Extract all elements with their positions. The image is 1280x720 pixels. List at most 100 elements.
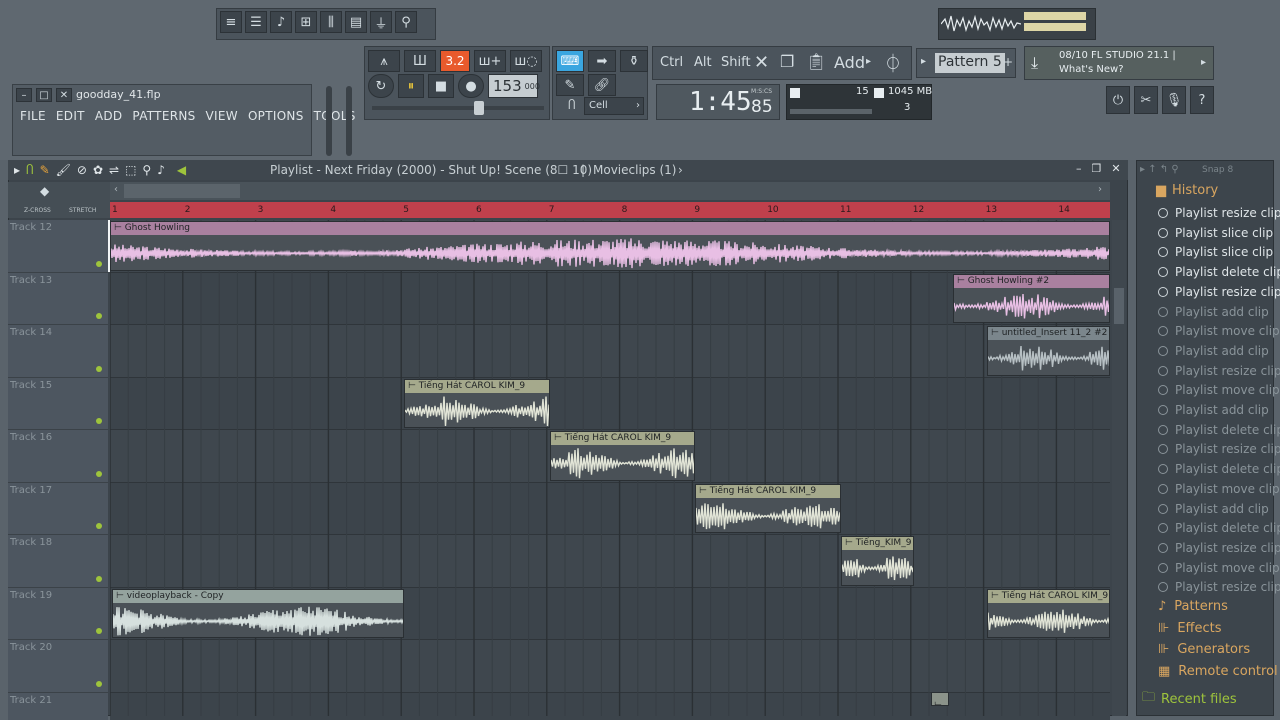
clip-title[interactable]: ⊢ Tiếng Hát CAROL KIM_9 [551,432,694,445]
history-item[interactable]: Playlist resize clip [1158,206,1280,220]
clip-title[interactable]: ⊢ videoplayback - Copy [113,589,403,603]
history-item[interactable]: Playlist add clip [1158,305,1269,319]
track-header[interactable]: Track 12 [8,220,108,273]
mixer-icon[interactable]: ⫼ [320,11,342,33]
clip-title[interactable]: ⊢ Ghost Howling [111,222,1109,235]
arrow-right-icon[interactable]: ➡ [588,50,616,72]
clip-menu-icon[interactable]: ⊢ [114,223,125,233]
history-item[interactable]: Playlist move clip [1158,482,1280,496]
history-item[interactable]: Playlist slice clip [1158,226,1273,240]
history-item[interactable]: Playlist resize clip [1158,364,1280,378]
file-icon[interactable]: ▤ [345,11,367,33]
track-header[interactable]: Track 15 [8,377,108,430]
clip-menu-icon[interactable]: ⊢ [957,276,968,286]
history-item[interactable]: Playlist delete clip [1158,462,1280,476]
audio-clip[interactable]: ⊢ Tiếng_KIM_9 [841,536,914,586]
stop-button[interactable]: ■ [428,74,454,98]
scroll-right-icon[interactable]: › [1098,184,1102,195]
microphone-icon[interactable]: 🎙︎ [1162,86,1186,114]
audio-clip[interactable]: ⊢ Tiếng Hát CAROL KIM_9 [550,431,695,481]
loop-record-icon[interactable]: ш◌ [510,50,542,72]
track-header[interactable]: Track 18 [8,535,108,588]
news-panel[interactable]: ⤓ 08/10 FL STUDIO 21.1 | What's New? ▸ [1024,46,1214,80]
track-mute-led[interactable] [96,260,102,267]
tools-icon[interactable]: ✂ [1134,86,1158,114]
channel-rack-icon[interactable]: ☰ [245,11,267,33]
clip-title[interactable]: ⊢ untitled_Insert 11_2 #2 [988,327,1109,340]
clip-title[interactable]: ⊢ Tiếng Hát CAROL KIM_9 [405,379,549,393]
audio-clip[interactable]: ⊢ videoplayback - Copy [112,588,404,638]
browser-snap[interactable]: Snap 8 [1202,165,1233,175]
browser-item-remote[interactable]: ▦ Remote control [1158,664,1278,679]
history-item[interactable]: Playlist resize clip [1158,442,1280,456]
track-mute-led[interactable] [96,523,102,529]
playlist-close-icon[interactable]: ✕ [1111,162,1120,175]
pattern-prev-icon[interactable]: ▸ [921,56,926,67]
track-header[interactable]: Track 17 [8,482,108,535]
step-edit-icon[interactable]: ш+ [474,50,506,72]
maximize-icon[interactable]: □ [36,88,52,102]
history-item[interactable]: Playlist move clip [1158,324,1280,338]
clip-stub[interactable]: ⊢ [931,692,949,706]
audio-clip[interactable]: ⊢ Tiếng Hát CAROL KIM_9 [404,378,550,428]
clip-menu-icon[interactable]: ⊢ [554,433,565,443]
close-icon[interactable]: ✕ [56,88,72,102]
pattern-song-toggle[interactable]: 3.2 [440,50,470,72]
master-volume-slider[interactable] [326,86,332,156]
menu-patterns[interactable]: PATTERNS [132,109,195,123]
snap-select[interactable]: Cell › [584,97,644,115]
plugin-icon[interactable]: ⏚ [370,11,392,33]
audio-clip[interactable]: ⊢ untitled_Insert 11_2 #2 [987,326,1110,376]
xcross-label[interactable]: Z-CROSS [24,207,51,214]
pattern-picker-icon[interactable]: ⏀ [884,50,902,76]
stamp-icon[interactable]: ⚱ [620,50,648,72]
mute-tool-icon[interactable]: ✿ [93,163,103,177]
track-mute-led[interactable] [96,470,102,477]
history-item[interactable]: Playlist add clip [1158,502,1269,516]
track-mute-led[interactable] [96,680,102,687]
alt-key[interactable]: Alt [694,55,712,70]
paste-icon[interactable]: 📋︎ [806,52,826,71]
history-item[interactable]: Playlist add clip [1158,403,1269,417]
menu-add[interactable]: ADD [95,109,123,123]
track-header[interactable]: Track 20 [8,640,108,693]
clip-title[interactable]: ⊢ Ghost Howling #2 [954,274,1109,288]
help-icon[interactable]: ? [1190,86,1214,114]
pattern-add-icon[interactable]: + [1003,55,1013,69]
scroll-left-icon[interactable]: ‹ [114,184,118,195]
clip-title[interactable]: ⊢ Tiếng Hát CAROL KIM_9 [696,484,840,498]
browser-item-recent[interactable]: 🗀 Recent files [1142,688,1237,710]
playlist-maximize-icon[interactable]: ❐ [1092,162,1102,175]
clip-menu-icon[interactable]: ⊢ [699,486,710,496]
pattern-selector[interactable]: ▸ Pattern 5 + [916,48,1016,78]
tempo-display[interactable]: 153 000 [488,74,540,98]
time-display[interactable]: 1:45 M:S:CS 85 [656,84,780,120]
history-item[interactable]: Playlist delete clip [1158,265,1280,279]
track-header[interactable]: Track 19 [8,587,108,640]
history-item[interactable]: Playlist resize clip [1158,541,1280,555]
play-arrow-icon[interactable]: ◀ [177,163,186,177]
link-icon[interactable]: 🔗︎ [588,74,616,96]
tempo-tapper-icon[interactable]: ⚲ [395,11,417,33]
playlist-minimize-icon[interactable]: – [1076,162,1082,175]
track-mute-led[interactable] [96,365,102,372]
clip-menu-icon[interactable]: ⊢ [116,591,127,601]
history-folder[interactable]: ▆ History [1156,183,1218,198]
main-pitch-slider[interactable] [372,106,544,110]
menu-edit[interactable]: EDIT [56,109,85,123]
stretch-label[interactable]: STRETCH [69,207,96,214]
playlist-overview[interactable] [110,182,1110,200]
piano-roll-icon[interactable]: ♪ [270,11,292,33]
shift-key[interactable]: Shift [721,55,751,70]
track-header[interactable]: Track 16 [8,430,108,483]
paint-tool-icon[interactable]: 🖌︎ [56,163,71,177]
metronome-icon[interactable]: ⩚ [368,50,400,72]
track-mute-led[interactable] [96,313,102,319]
history-item[interactable]: Playlist delete clip [1158,423,1280,437]
playlist-menu-arrow-icon[interactable]: ▸ [14,163,20,177]
track-header[interactable]: Track 21 [8,692,108,720]
history-item[interactable]: Playlist add clip [1158,344,1269,358]
clip-menu-icon[interactable]: ⊢ [845,538,856,548]
ctrl-key[interactable]: Ctrl [660,55,683,70]
cut-icon[interactable]: ✕ [754,52,769,73]
